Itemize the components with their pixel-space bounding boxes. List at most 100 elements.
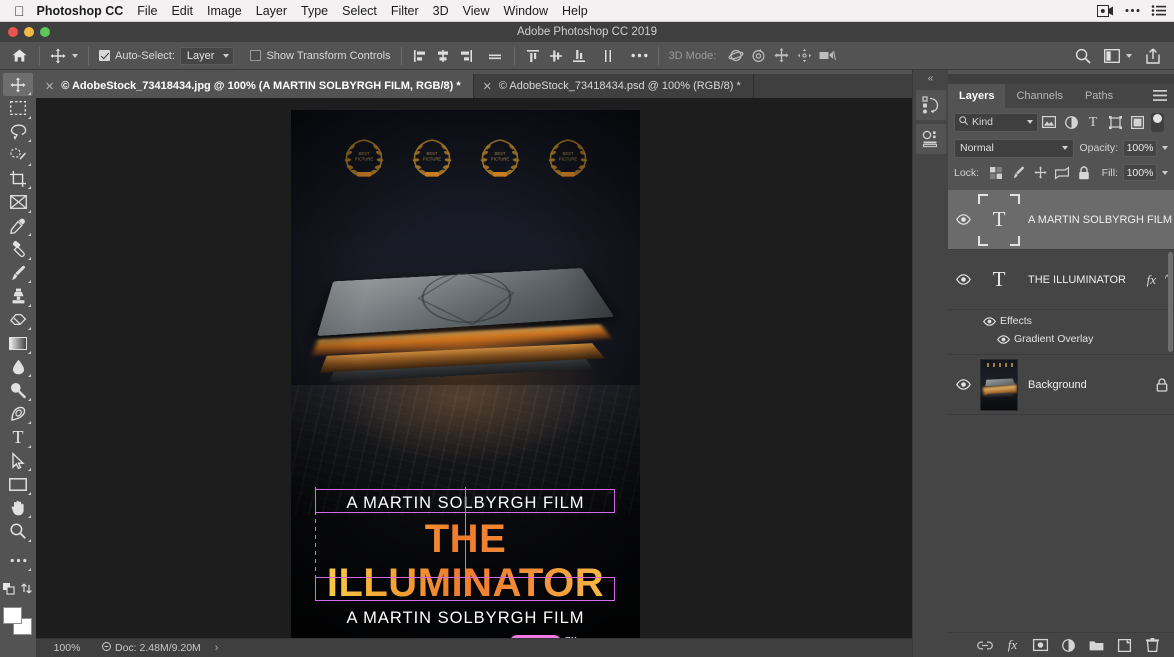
foreground-color-swatch[interactable] (3, 606, 22, 624)
close-window-button[interactable] (8, 27, 18, 37)
layer-name[interactable]: A MARTIN SOLBYRGH FILM (1028, 214, 1174, 226)
layer-filter-kind-dropdown[interactable]: Kind (954, 112, 1038, 132)
crop-tool[interactable] (3, 167, 33, 190)
minimize-window-button[interactable] (24, 27, 34, 37)
auto-select-option[interactable]: Auto-Select: Layer (96, 45, 237, 67)
lock-transparent-pixels-icon[interactable] (985, 163, 1007, 183)
control-center-icon[interactable] (1151, 5, 1166, 16)
hand-tool[interactable] (3, 496, 33, 519)
layer-visibility-toggle[interactable] (948, 379, 978, 390)
layer-filter-toggle[interactable] (1151, 112, 1164, 132)
layer-row-background[interactable]: Background (948, 355, 1174, 415)
fill-value[interactable]: 100% (1123, 164, 1157, 181)
lock-artboard-nesting-icon[interactable] (1051, 163, 1073, 183)
poster-document[interactable]: BEST PICTURE BEST PICTURE BEST PICTURE B… (291, 110, 640, 638)
rectangle-tool[interactable] (3, 473, 33, 496)
document-info[interactable]: Doc: 2.48M/9.20M (98, 642, 201, 654)
panel-menu-icon[interactable] (1153, 90, 1167, 104)
brush-tool[interactable] (3, 261, 33, 284)
menu-item-window[interactable]: Window (504, 4, 548, 18)
frame-tool[interactable] (3, 191, 33, 214)
filter-type-icon[interactable]: T (1082, 112, 1104, 132)
opacity-value[interactable]: 100% (1123, 139, 1157, 157)
canvas-area[interactable]: BEST PICTURE BEST PICTURE BEST PICTURE B… (36, 98, 912, 638)
menu-item-select[interactable]: Select (342, 4, 377, 18)
layer-name[interactable]: Background (1028, 379, 1150, 391)
lock-image-pixels-icon[interactable] (1007, 163, 1029, 183)
path-selection-tool[interactable] (3, 449, 33, 472)
align-horizontal-centers-icon[interactable] (432, 45, 455, 67)
default-and-swap-colors[interactable] (1, 578, 35, 601)
dodge-tool[interactable] (3, 379, 33, 402)
layers-scrollbar-thumb[interactable] (1168, 252, 1173, 352)
eraser-tool[interactable] (3, 308, 33, 331)
show-transform-option[interactable]: Show Transform Controls (247, 45, 393, 67)
more-dots-icon[interactable] (1125, 8, 1140, 13)
eyedropper-tool[interactable] (3, 214, 33, 237)
distribute-top-edges-icon[interactable] (522, 45, 545, 67)
distribute-vertical-centers-icon[interactable] (545, 45, 568, 67)
poster-subtitle-bottom[interactable]: A MARTIN SOLBYRGH FILM (291, 608, 640, 628)
tab-channels[interactable]: Channels (1005, 84, 1073, 108)
menu-app-name[interactable]: Photoshop CC (37, 4, 124, 18)
apple-icon[interactable]:  (14, 4, 25, 18)
lock-icon[interactable] (1150, 377, 1174, 392)
search-icon[interactable] (1071, 45, 1094, 67)
close-icon[interactable]: ✕ (45, 80, 54, 93)
text-layer-thumbnail[interactable]: T (978, 254, 1020, 306)
text-layer-thumbnail[interactable]: T (978, 193, 1020, 246)
gradient-tool[interactable] (3, 332, 33, 355)
auto-select-checkbox[interactable] (99, 50, 110, 61)
distribute-spacing-icon[interactable] (597, 45, 620, 67)
add-layer-style-icon[interactable]: fx (1005, 637, 1020, 653)
screen-record-icon[interactable] (1097, 4, 1114, 17)
delete-layer-icon[interactable] (1145, 638, 1160, 653)
chevron-right-icon[interactable]: › (215, 642, 219, 654)
align-left-edges-icon[interactable] (409, 45, 432, 67)
lock-all-icon[interactable] (1073, 163, 1095, 183)
tab-layers[interactable]: Layers (948, 84, 1006, 108)
roll-3d-icon[interactable] (747, 45, 770, 67)
filter-shape-icon[interactable] (1104, 112, 1126, 132)
new-layer-icon[interactable] (1117, 638, 1132, 653)
menu-item-edit[interactable]: Edit (171, 4, 193, 18)
menu-item-image[interactable]: Image (207, 4, 242, 18)
gradient-overlay-visibility-toggle[interactable] (992, 334, 1014, 344)
layer-fx-badge[interactable]: fx (1147, 272, 1160, 288)
effects-visibility-toggle[interactable] (978, 316, 1000, 326)
menu-item-filter[interactable]: Filter (391, 4, 419, 18)
camera-3d-icon[interactable] (816, 45, 839, 67)
blend-mode-dropdown[interactable]: Normal (954, 138, 1075, 158)
background-layer-thumbnail[interactable] (978, 358, 1020, 411)
tab-paths[interactable]: Paths (1074, 84, 1124, 108)
layer-row-a-martin-solbyrgh-film[interactable]: T A MARTIN SOLBYRGH FILM (948, 190, 1174, 250)
zoom-tool[interactable] (3, 520, 33, 543)
distribute-bottom-edges-icon[interactable] (568, 45, 591, 67)
maximize-window-button[interactable] (40, 27, 50, 37)
rectangular-marquee-tool[interactable] (3, 97, 33, 120)
move-tool[interactable] (3, 73, 33, 96)
show-transform-checkbox[interactable] (250, 50, 262, 61)
layer-visibility-toggle[interactable] (948, 214, 978, 225)
filter-image-icon[interactable] (1038, 112, 1060, 132)
spot-healing-brush-tool[interactable] (3, 238, 33, 261)
menu-item-type[interactable]: Type (301, 4, 328, 18)
fill-chevron-down-icon[interactable] (1162, 170, 1168, 175)
filter-smartobject-icon[interactable] (1126, 112, 1148, 132)
clone-stamp-tool[interactable] (3, 285, 33, 308)
gradient-overlay-row[interactable]: Gradient Overlay (948, 330, 1174, 348)
lock-position-icon[interactable] (1029, 163, 1051, 183)
menu-item-3d[interactable]: 3D (433, 4, 449, 18)
color-swatches[interactable] (2, 606, 34, 637)
pan-3d-icon[interactable] (770, 45, 793, 67)
layer-row-the-illuminator[interactable]: T THE ILLUMINATOR fx ^ (948, 250, 1174, 310)
zoom-level[interactable]: 100% (36, 642, 98, 654)
menu-item-file[interactable]: File (137, 4, 157, 18)
menu-item-layer[interactable]: Layer (256, 4, 287, 18)
workspace-icon[interactable] (1100, 45, 1123, 67)
new-group-icon[interactable] (1089, 638, 1104, 653)
new-fill-adjustment-layer-icon[interactable] (1061, 638, 1076, 653)
blur-tool[interactable] (3, 355, 33, 378)
tool-preset-caret[interactable] (69, 45, 81, 67)
orbit-3d-icon[interactable] (724, 45, 747, 67)
